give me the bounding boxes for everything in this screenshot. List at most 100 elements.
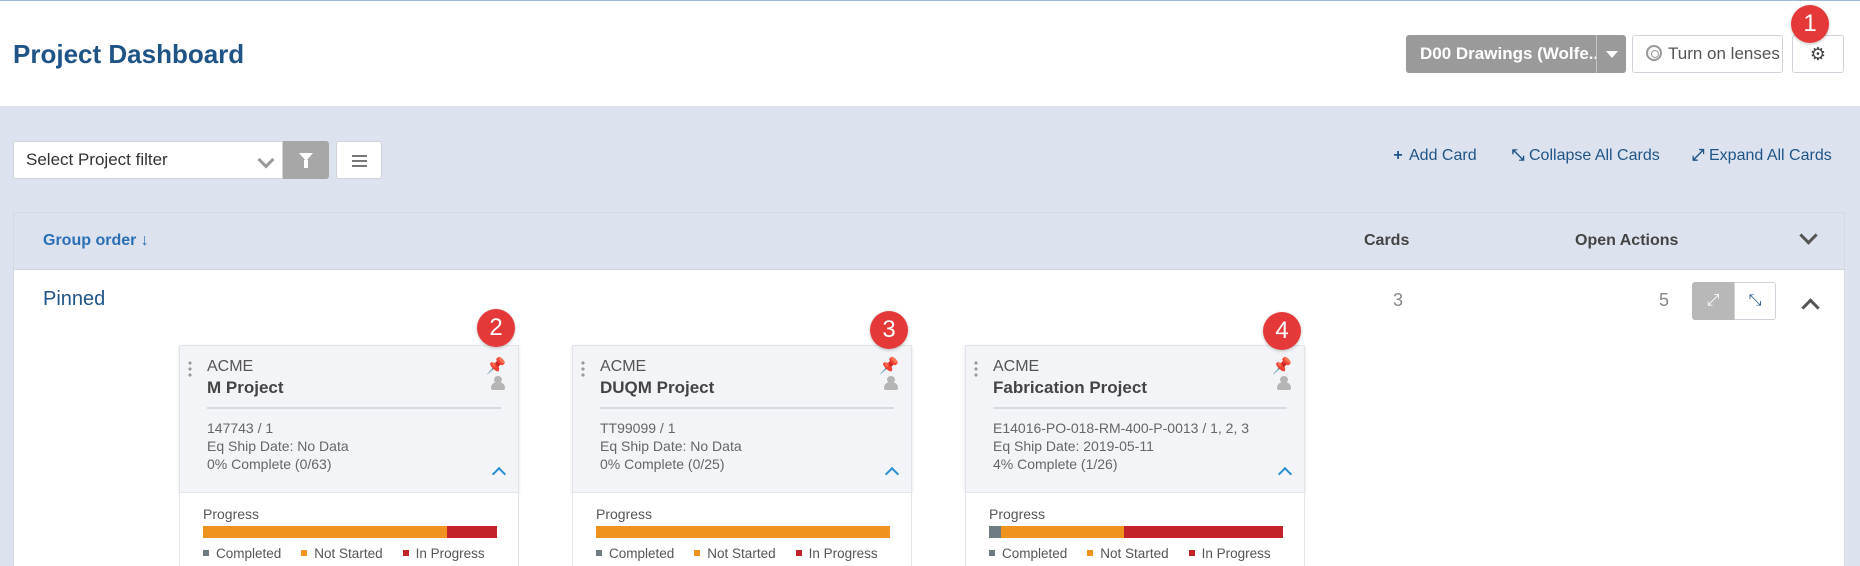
group-order-sort[interactable]: Group order ↓ xyxy=(43,232,149,250)
gear-icon: ⚙ xyxy=(1809,44,1827,64)
progress-bar xyxy=(596,526,890,538)
collapse-icon: ⤡ xyxy=(1748,292,1762,309)
group-table-header: Group order ↓ Cards Open Actions xyxy=(14,213,1844,270)
caret-down-icon[interactable] xyxy=(1596,35,1626,73)
legend-not-started: Not Started xyxy=(694,546,776,561)
card-org: ACME xyxy=(207,358,254,375)
card-org: ACME xyxy=(993,358,1040,375)
expand-icon: ⤢ xyxy=(1706,292,1720,309)
progress-label: Progress xyxy=(203,506,260,522)
progress-label: Progress xyxy=(989,506,1046,522)
card-ship-date: Eq Ship Date: No Data xyxy=(600,438,742,454)
card-ship-date: Eq Ship Date: No Data xyxy=(207,438,349,454)
legend-not-started: Not Started xyxy=(301,546,383,561)
team-icon xyxy=(883,376,899,390)
lens-selector[interactable]: D00 Drawings (Wolfe... xyxy=(1406,35,1626,73)
expand-group-button[interactable]: ⤢ xyxy=(1692,282,1734,320)
add-card-label: Add Card xyxy=(1409,147,1477,164)
legend-completed: Completed xyxy=(989,546,1067,561)
progress-label: Progress xyxy=(596,506,653,522)
add-card-link[interactable]: + Add Card xyxy=(1390,147,1477,165)
annotation-badge-3: 3 xyxy=(870,311,908,349)
card-ship-date: Eq Ship Date: 2019-05-11 xyxy=(993,438,1154,454)
card-reference: 147743 / 1 xyxy=(207,420,274,436)
project-card[interactable]: ACME Fabrication Project 📌 E14016-PO-018… xyxy=(965,345,1305,566)
list-view-button[interactable] xyxy=(336,141,382,179)
annotation-badge-4: 4 xyxy=(1263,312,1301,350)
progress-bar xyxy=(203,526,497,538)
funnel-icon xyxy=(299,153,313,168)
chevron-down-icon[interactable] xyxy=(1799,226,1818,245)
expand-all-link[interactable]: ⤢ Expand All Cards xyxy=(1690,147,1832,165)
progress-not-started xyxy=(1000,526,1125,538)
card-project-name[interactable]: M Project xyxy=(207,378,284,398)
card-complete: 0% Complete (0/25) xyxy=(600,456,725,472)
arrow-down-icon: ↓ xyxy=(140,232,149,249)
legend-in-progress: In Progress xyxy=(1188,546,1271,561)
project-card[interactable]: ACME M Project 📌 147743 / 1 Eq Ship Date… xyxy=(179,345,519,566)
collapse-all-label: Collapse All Cards xyxy=(1529,147,1660,164)
card-project-name[interactable]: Fabrication Project xyxy=(993,378,1147,398)
progress-not-started xyxy=(203,526,448,538)
drag-handle-icon[interactable] xyxy=(188,360,192,378)
cards-column-header: Cards xyxy=(1364,232,1410,249)
progress-completed xyxy=(989,526,1001,538)
divider xyxy=(600,407,894,409)
turn-on-lenses-label: Turn on lenses xyxy=(1668,44,1780,63)
chevron-up-icon[interactable] xyxy=(491,466,507,482)
open-actions-count: 5 xyxy=(1659,290,1670,310)
page-header: Project Dashboard D00 Drawings (Wolfe...… xyxy=(0,1,1860,107)
card-complete: 0% Complete (0/63) xyxy=(207,456,332,472)
expand-icon: ⤢ xyxy=(1691,147,1705,164)
legend-completed: Completed xyxy=(203,546,281,561)
progress-in-progress xyxy=(447,526,497,538)
card-reference: E14016-PO-018-RM-400-P-0013 / 1, 2, 3 xyxy=(993,420,1250,436)
legend-in-progress: In Progress xyxy=(402,546,485,561)
legend-in-progress: In Progress xyxy=(795,546,878,561)
group-order-label: Group order xyxy=(43,232,137,249)
cards-count: 3 xyxy=(1393,290,1404,310)
pin-icon[interactable]: 📌 xyxy=(879,356,899,376)
list-icon xyxy=(352,155,367,157)
progress-legend: Completed Not Started In Progress xyxy=(596,546,878,561)
card-complete: 4% Complete (1/26) xyxy=(993,456,1118,472)
card-project-name[interactable]: DUQM Project xyxy=(600,378,714,398)
legend-not-started: Not Started xyxy=(1087,546,1169,561)
pin-icon[interactable]: 📌 xyxy=(1272,356,1292,376)
collapse-all-link[interactable]: ⤡ Collapse All Cards xyxy=(1510,147,1660,165)
progress-in-progress xyxy=(1124,526,1283,538)
group-label: Pinned xyxy=(43,288,106,310)
collapse-icon: ⤡ xyxy=(1511,147,1525,164)
annotation-badge-2: 2 xyxy=(477,309,515,347)
divider xyxy=(993,407,1287,409)
card-reference: TT99099 / 1 xyxy=(600,420,676,436)
legend-completed: Completed xyxy=(596,546,674,561)
team-icon xyxy=(490,376,506,390)
card-org: ACME xyxy=(600,358,647,375)
team-icon xyxy=(1276,376,1292,390)
drag-handle-icon[interactable] xyxy=(974,360,978,378)
pin-icon[interactable]: 📌 xyxy=(486,356,506,376)
filter-button[interactable] xyxy=(283,141,329,179)
open-actions-column-header: Open Actions xyxy=(1575,232,1679,249)
divider xyxy=(207,407,501,409)
chevron-up-icon[interactable] xyxy=(1277,466,1293,482)
lens-selector-button[interactable]: D00 Drawings (Wolfe... xyxy=(1406,35,1596,73)
page-title: Project Dashboard xyxy=(13,39,245,69)
project-filter-select[interactable]: Select Project filter xyxy=(13,141,283,179)
project-card[interactable]: ACME DUQM Project 📌 TT99099 / 1 Eq Ship … xyxy=(572,345,912,566)
lens-icon xyxy=(1646,45,1662,61)
progress-not-started xyxy=(596,526,890,538)
progress-legend: Completed Not Started In Progress xyxy=(203,546,485,561)
progress-bar xyxy=(989,526,1283,538)
expand-all-label: Expand All Cards xyxy=(1709,147,1832,164)
chevron-up-icon[interactable] xyxy=(884,466,900,482)
collapse-group-button[interactable]: ⤡ xyxy=(1734,282,1776,320)
chevron-up-icon[interactable] xyxy=(1801,298,1820,317)
project-filter-placeholder: Select Project filter xyxy=(26,150,168,169)
turn-on-lenses-button[interactable]: Turn on lenses xyxy=(1632,35,1783,73)
drag-handle-icon[interactable] xyxy=(581,360,585,378)
annotation-badge-1: 1 xyxy=(1791,5,1829,43)
progress-legend: Completed Not Started In Progress xyxy=(989,546,1271,561)
plus-icon: + xyxy=(1393,147,1403,164)
